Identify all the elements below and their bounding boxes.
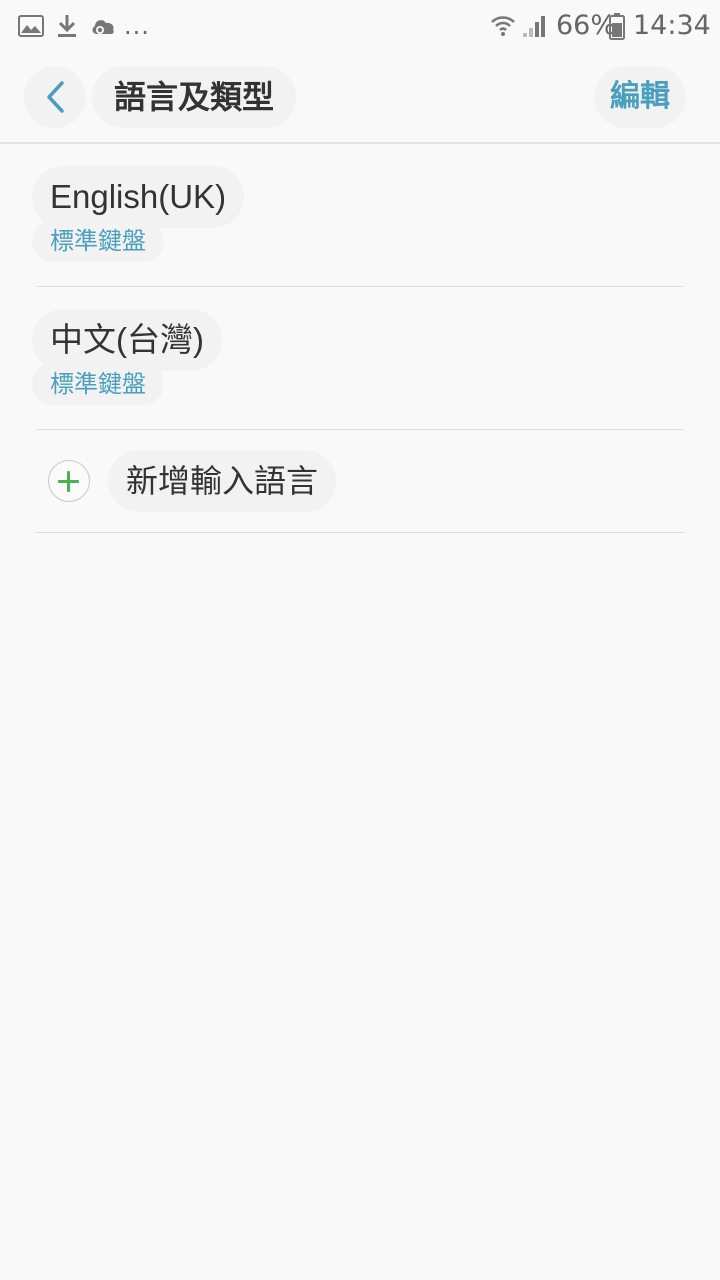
status-bar: ... 66% 14:34 xyxy=(0,0,720,52)
chevron-left-icon xyxy=(47,81,64,113)
keyboard-type: 標準鍵盤 xyxy=(32,363,164,405)
screen: ... 66% 14:34 語言及類型 編輯 English(UK) 標準鍵盤 … xyxy=(0,0,720,1280)
overflow-indicator: ... xyxy=(124,12,150,40)
wifi-icon xyxy=(488,10,518,42)
keyboard-type: 標準鍵盤 xyxy=(32,220,164,262)
add-input-language-label: 新增輸入語言 xyxy=(108,450,337,512)
list-divider xyxy=(36,532,684,533)
battery-percent: 66% xyxy=(556,10,617,41)
list-item-chinese-taiwan[interactable]: 中文(台灣) 標準鍵盤 xyxy=(0,287,720,429)
page-title: 語言及類型 xyxy=(92,66,297,128)
battery-icon xyxy=(608,10,626,42)
clock: 14:34 xyxy=(633,10,711,41)
plus-circle-icon xyxy=(48,460,90,502)
language-name: 中文(台灣) xyxy=(32,309,222,371)
app-header: 語言及類型 編輯 xyxy=(0,52,720,142)
download-icon xyxy=(54,10,80,42)
add-input-language-button[interactable]: 新增輸入語言 xyxy=(0,430,720,532)
signal-icon xyxy=(520,10,548,42)
back-button[interactable] xyxy=(24,66,86,128)
cloud-sync-icon xyxy=(88,10,118,42)
language-name: English(UK) xyxy=(32,166,245,228)
list-item-english-uk[interactable]: English(UK) 標準鍵盤 xyxy=(0,144,720,286)
gallery-icon xyxy=(16,10,46,42)
edit-button[interactable]: 編輯 xyxy=(594,66,686,128)
